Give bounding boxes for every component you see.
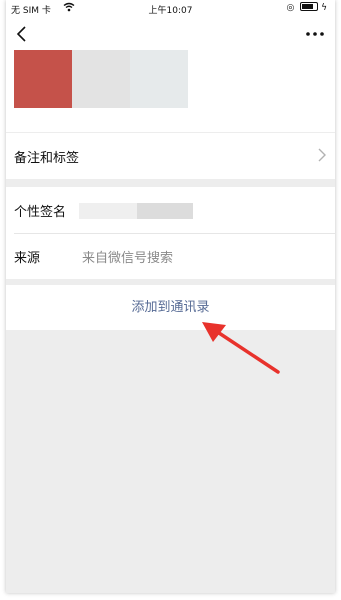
- signature-redacted-1: [79, 203, 137, 219]
- avatar-block-red: [14, 50, 72, 108]
- source-label: 来源: [14, 251, 41, 266]
- signature-row: 个性签名: [6, 187, 335, 233]
- annotation-arrow: [202, 322, 280, 374]
- back-button[interactable]: [12, 23, 34, 45]
- remark-tags-label: 备注和标签: [14, 151, 80, 166]
- status-bar: 无 SIM 卡 上午10:07 ◎ ϟ: [6, 0, 335, 18]
- remark-tags-row[interactable]: 备注和标签: [6, 133, 335, 179]
- back-arrow-icon: [16, 26, 26, 42]
- nav-bar: [6, 18, 335, 48]
- source-row: 来源 来自微信号搜索: [6, 233, 335, 279]
- row-divider: [14, 233, 335, 234]
- status-icons: ◎ ϟ: [286, 2, 327, 13]
- lock-rotation-icon: ◎: [286, 3, 295, 13]
- source-value: 来自微信号搜索: [82, 251, 174, 266]
- charging-icon: ϟ: [321, 3, 327, 13]
- signature-redacted-2: [137, 203, 193, 219]
- avatar-block-gray: [72, 50, 130, 108]
- signature-label: 个性签名: [14, 205, 67, 220]
- battery-icon: [300, 2, 319, 11]
- profile-header: [6, 48, 335, 132]
- phone-screen: 无 SIM 卡 上午10:07 ◎ ϟ 备注和标签 个性签名 来源 来自微信号搜…: [6, 0, 335, 593]
- add-to-contacts-label: 添加到通讯录: [131, 300, 210, 315]
- chevron-right-icon: [318, 148, 326, 162]
- more-icon: [306, 32, 324, 36]
- avatar-block-light: [130, 50, 188, 108]
- more-button[interactable]: [303, 23, 327, 45]
